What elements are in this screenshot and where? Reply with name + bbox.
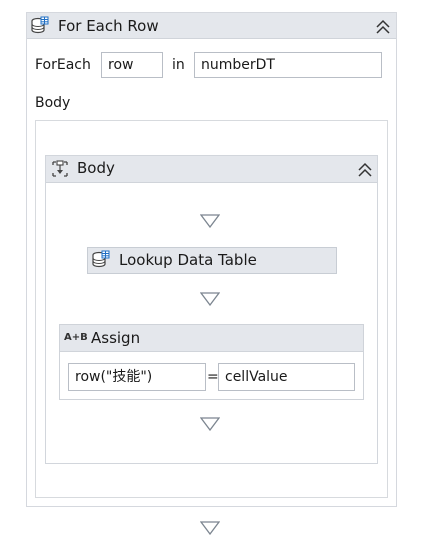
- body-sequence-title: Body: [77, 159, 115, 177]
- double-chevron-up-icon[interactable]: [375, 19, 391, 35]
- assign-title: Assign: [91, 329, 141, 347]
- foreach-label: ForEach: [35, 57, 91, 73]
- item-variable-field[interactable]: row: [101, 52, 163, 78]
- collection-field[interactable]: numberDT: [194, 52, 382, 78]
- assign-to-field[interactable]: row("技能"): [68, 363, 206, 391]
- assign-value-field[interactable]: cellValue: [218, 363, 355, 391]
- body-label: Body: [35, 95, 71, 111]
- assign-equals-label: =: [207, 369, 219, 385]
- assign-icon: A+B: [64, 332, 88, 343]
- drop-target-arrow-icon[interactable]: [200, 292, 220, 306]
- database-icon: [31, 16, 49, 34]
- sequence-icon: [52, 160, 68, 177]
- database-icon: [92, 250, 110, 268]
- double-chevron-up-icon[interactable]: [357, 162, 373, 178]
- drop-target-arrow-icon[interactable]: [200, 417, 220, 431]
- lookup-data-table-title: Lookup Data Table: [119, 251, 257, 269]
- for-each-row-title: For Each Row: [58, 17, 159, 35]
- drop-target-arrow-icon[interactable]: [200, 214, 220, 228]
- drop-target-arrow-icon[interactable]: [200, 521, 220, 535]
- in-label: in: [172, 57, 185, 73]
